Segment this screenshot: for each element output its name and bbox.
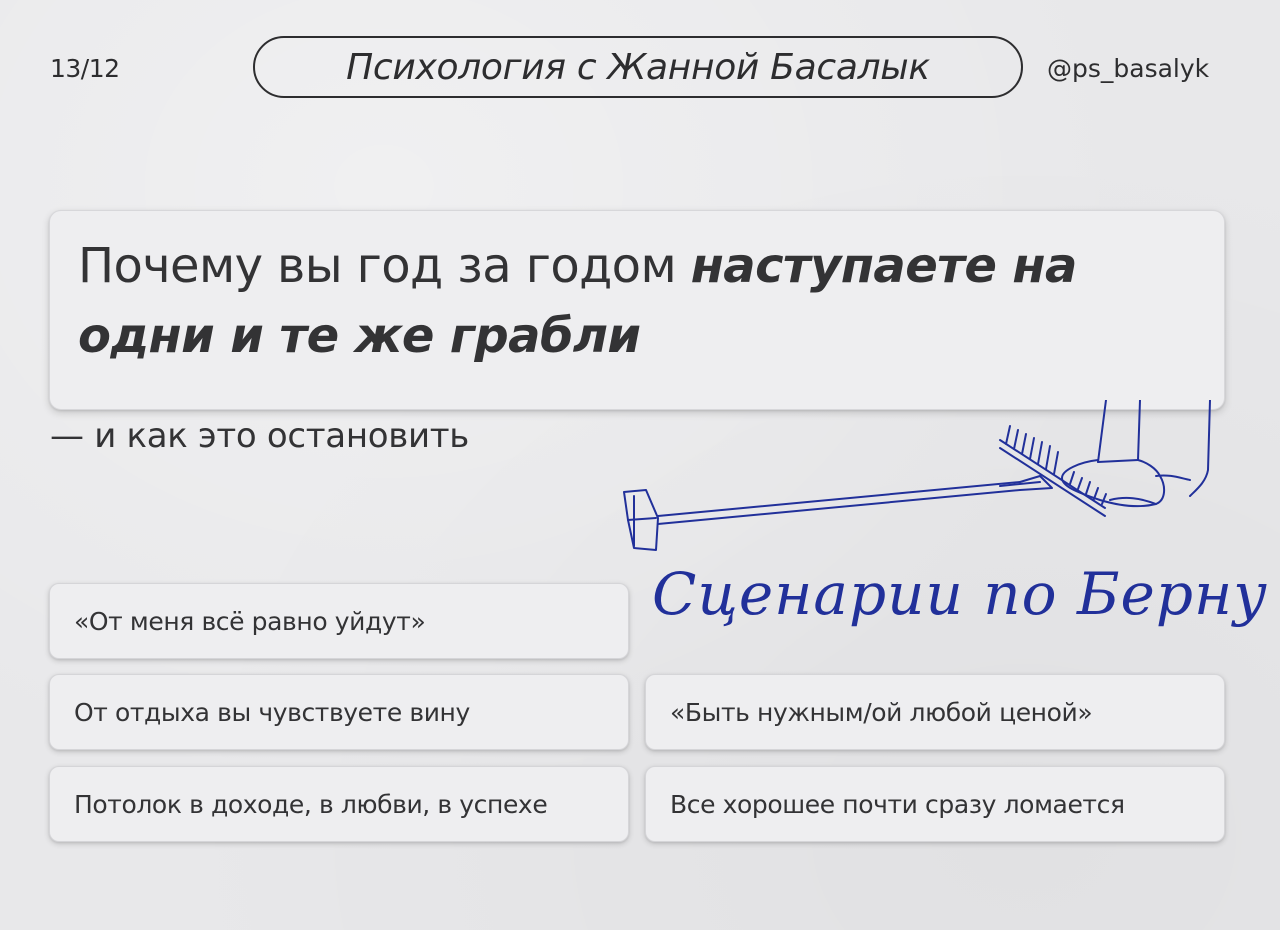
page-number: 13/12 — [50, 54, 120, 83]
script-card: «Быть нужным/ой любой ценой» — [645, 674, 1225, 750]
script-card: Потолок в доходе, в любви, в успехе — [49, 766, 629, 842]
headline-card: Почему вы год за годом наступаете на одн… — [49, 210, 1225, 410]
subheadline: — и как это остановить — [50, 416, 470, 456]
headline: Почему вы год за годом наступаете на одн… — [78, 231, 1196, 371]
foot-stepping-on-rake-illustration — [623, 400, 1211, 551]
slide-page: 13/12 Психология с Жанной Басалык @ps_ba… — [0, 0, 1280, 930]
brand-pill: Психология с Жанной Басалык — [253, 36, 1023, 98]
berne-scripts-title: Сценарии по Берну — [652, 560, 1268, 628]
instagram-handle: @ps_basalyk — [1047, 54, 1210, 83]
script-card: От отдыха вы чувствуете вину — [49, 674, 629, 750]
brand-title: Психология с Жанной Басалык — [346, 46, 930, 88]
headline-regular: Почему вы год за годом — [78, 238, 691, 294]
script-card: Все хорошее почти сразу ломается — [645, 766, 1225, 842]
script-card: «От меня всё равно уйдут» — [49, 583, 629, 659]
